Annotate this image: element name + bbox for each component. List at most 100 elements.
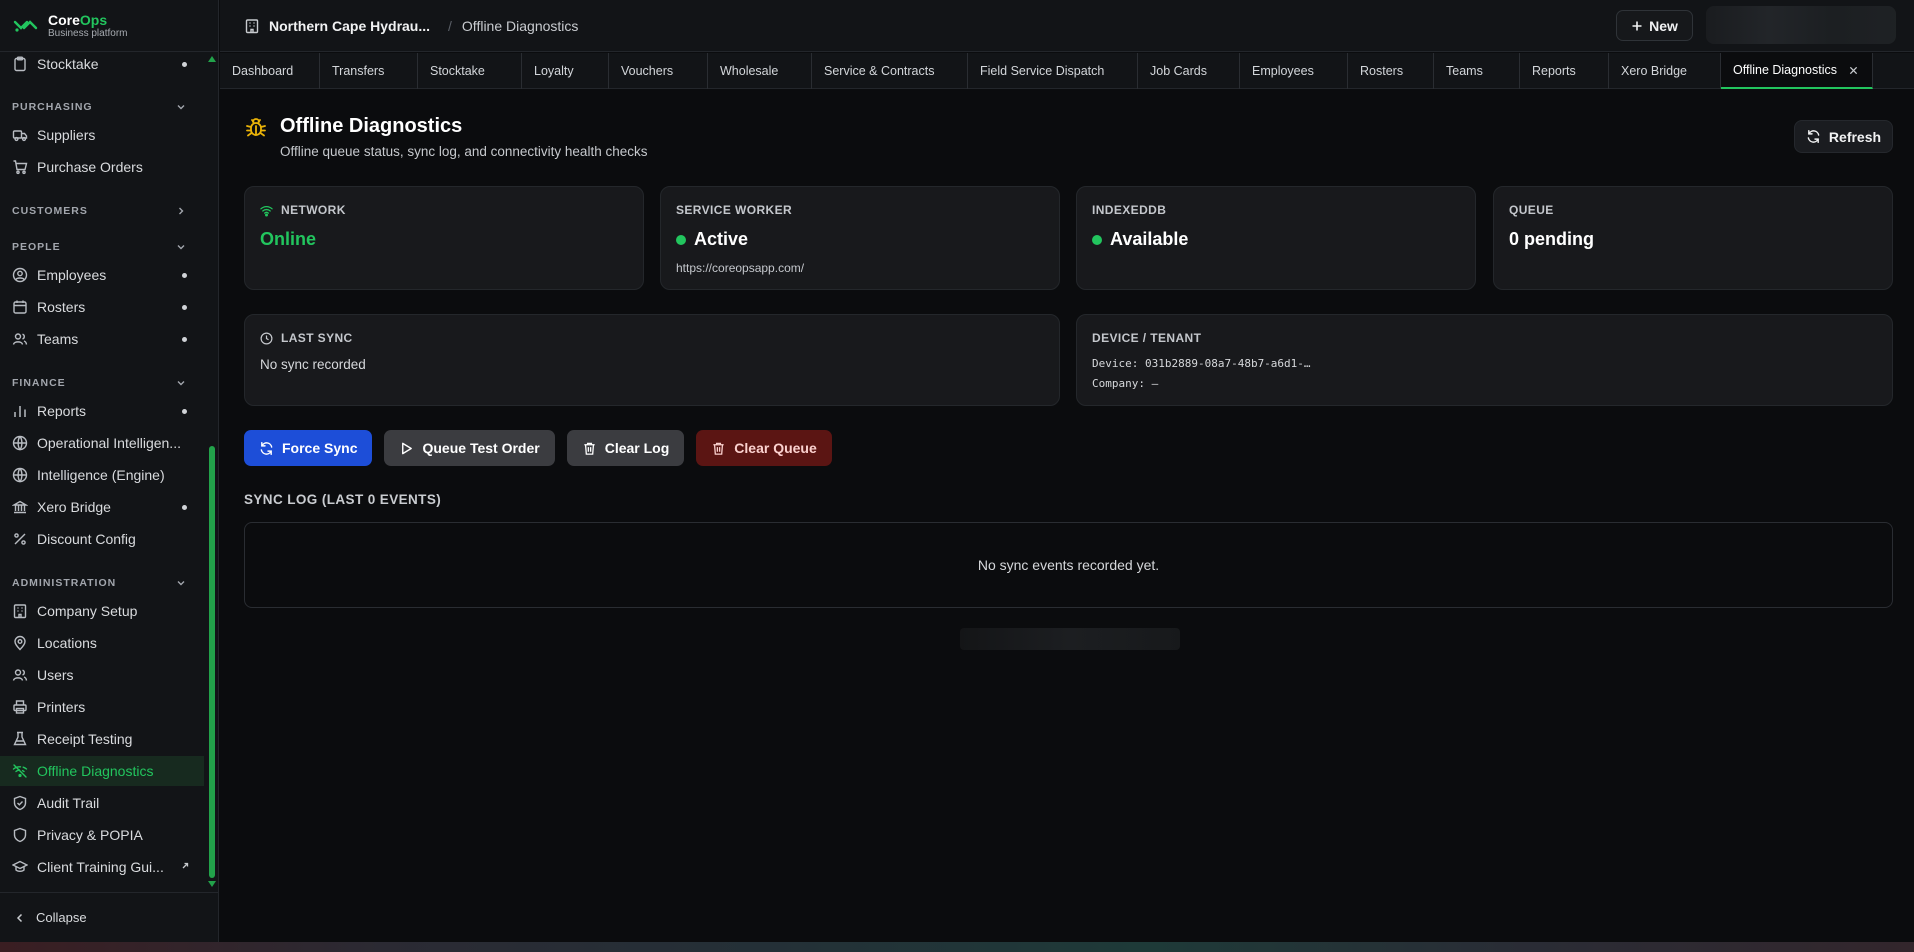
brand-name-a: Core [48, 11, 80, 28]
refresh-button[interactable]: Refresh [1794, 120, 1893, 153]
last-sync-label-text: LAST SYNC [281, 331, 353, 345]
queue-test-order-button[interactable]: Queue Test Order [384, 430, 555, 466]
sidebar-item-company-setup[interactable]: Company Setup [0, 596, 204, 626]
tab-field-service-dispatch[interactable]: Field Service Dispatch [968, 53, 1138, 89]
tab-dashboard[interactable]: Dashboard [220, 53, 320, 89]
status-dot [182, 273, 187, 278]
sidebar-item-offline-diagnostics[interactable]: Offline Diagnostics [0, 756, 204, 786]
sync-log-empty-text: No sync events recorded yet. [977, 557, 1160, 573]
tab-label: Transfers [332, 64, 385, 78]
sidebar-item-label: Receipt Testing [37, 731, 133, 747]
tab-stocktake[interactable]: Stocktake [418, 53, 522, 89]
chevron-down-icon[interactable] [176, 378, 186, 388]
wifi-icon [260, 205, 273, 216]
sidebar-item-locations[interactable]: Locations [0, 628, 204, 658]
sidebar-item-label: Operational Intelligen... [37, 435, 181, 451]
tab-reports[interactable]: Reports [1520, 53, 1609, 89]
tab-xero-bridge[interactable]: Xero Bridge [1609, 53, 1721, 89]
tab-vouchers[interactable]: Vouchers [609, 53, 708, 89]
org-switcher[interactable]: Northern Cape Hydrau... [269, 18, 430, 34]
user-menu[interactable] [1706, 6, 1896, 44]
queue-label: QUEUE [1509, 203, 1554, 217]
tab-rosters[interactable]: Rosters [1348, 53, 1434, 89]
chevron-down-icon[interactable] [176, 242, 186, 252]
clear-queue-button[interactable]: Clear Queue [696, 430, 832, 466]
sidebar-item-intelligence-engine[interactable]: Intelligence (Engine) [0, 460, 204, 490]
sidebar-item-xero-bridge[interactable]: Xero Bridge [0, 492, 204, 522]
indexeddb-status-text: Available [1110, 229, 1189, 249]
tab-transfers[interactable]: Transfers [320, 53, 418, 89]
wifi-off-icon [12, 764, 28, 778]
scroll-up-arrow-icon[interactable] [208, 56, 216, 62]
app-root: CoreOps Business platform Stocktake PURC… [0, 0, 1914, 952]
new-button-label: New [1649, 17, 1678, 34]
status-dot [1092, 234, 1102, 245]
new-button[interactable]: New [1616, 10, 1693, 41]
brand[interactable]: CoreOps Business platform [0, 0, 219, 52]
tab-job-cards[interactable]: Job Cards [1138, 53, 1240, 89]
device-tenant-label: DEVICE / TENANT [1092, 331, 1202, 345]
sidebar-item-teams[interactable]: Teams [0, 324, 204, 354]
sidebar-item-suppliers[interactable]: Suppliers [0, 120, 204, 150]
brand-name: CoreOps [48, 12, 127, 28]
tab-employees[interactable]: Employees [1240, 53, 1348, 89]
tab-label: Wholesale [720, 64, 779, 78]
collapse-button[interactable]: Collapse [0, 892, 219, 942]
section-title-administration[interactable]: ADMINISTRATION [12, 577, 116, 589]
section-title-finance[interactable]: FINANCE [12, 377, 66, 389]
sidebar-item-users[interactable]: Users [0, 660, 204, 690]
sync-log-title: SYNC LOG (LAST 0 EVENTS) [244, 492, 442, 507]
cart-icon [13, 160, 28, 175]
force-sync-button[interactable]: Force Sync [244, 430, 373, 466]
service-worker-status: Active [676, 229, 748, 250]
sidebar-item-discount-config[interactable]: Discount Config [0, 524, 204, 554]
refresh-icon [1807, 129, 1820, 144]
collapse-label: Collapse [36, 910, 87, 925]
map-pin-icon [14, 635, 26, 651]
sidebar-item-rosters[interactable]: Rosters [0, 292, 204, 322]
section-title-purchasing[interactable]: PURCHASING [12, 101, 93, 113]
sidebar-item-operational-intelligence[interactable]: Operational Intelligen... [0, 428, 204, 458]
close-tab-icon[interactable] [1849, 66, 1858, 75]
sidebar-item-purchase-orders[interactable]: Purchase Orders [0, 152, 204, 182]
status-dot [182, 62, 187, 67]
force-sync-label: Force Sync [282, 440, 358, 456]
tab-loyalty[interactable]: Loyalty [522, 53, 609, 89]
tab-offline-diagnostics[interactable]: Offline Diagnostics [1721, 53, 1873, 89]
indexeddb-label: INDEXEDDB [1092, 203, 1167, 217]
section-title-customers[interactable]: CUSTOMERS [12, 205, 88, 217]
device-tenant-card: DEVICE / TENANT Device: 031b2889-08a7-48… [1076, 314, 1893, 406]
service-worker-label: SERVICE WORKER [676, 203, 793, 217]
sidebar-item-label: Rosters [37, 299, 86, 315]
section-title-people[interactable]: PEOPLE [12, 241, 61, 253]
status-dot [182, 337, 187, 342]
brand-subtitle: Business platform [48, 27, 128, 39]
chevron-down-icon[interactable] [176, 578, 186, 588]
tab-teams[interactable]: Teams [1434, 53, 1520, 89]
sidebar-item-employees[interactable]: Employees [0, 260, 204, 290]
tab-wholesale[interactable]: Wholesale [708, 53, 812, 89]
sidebar: CoreOps Business platform Stocktake PURC… [0, 0, 219, 952]
last-sync-label: LAST SYNC [260, 331, 353, 345]
sidebar-item-stocktake[interactable]: Stocktake [0, 52, 204, 79]
sidebar-scroll-thumb[interactable] [209, 446, 215, 878]
scroll-down-arrow-icon[interactable] [208, 881, 216, 887]
status-dot [182, 409, 187, 414]
sidebar-item-audit-trail[interactable]: Audit Trail [0, 788, 204, 818]
tab-service-contracts[interactable]: Service & Contracts [812, 53, 968, 89]
sidebar-item-label: Suppliers [37, 127, 96, 143]
tab-label: Stocktake [430, 64, 485, 78]
clear-log-button[interactable]: Clear Log [566, 430, 685, 466]
breadcrumb: Offline Diagnostics [461, 17, 579, 34]
chevron-right-icon[interactable] [176, 206, 186, 216]
sidebar-item-client-training-guide[interactable]: Client Training Gui... [0, 852, 204, 882]
blurred-footer-element [960, 628, 1180, 650]
sidebar-item-label: Purchase Orders [37, 159, 143, 175]
sidebar-item-printers[interactable]: Printers [0, 692, 204, 722]
sidebar-item-reports[interactable]: Reports [0, 396, 204, 426]
chevron-down-icon[interactable] [176, 102, 186, 112]
sidebar-item-receipt-testing[interactable]: Receipt Testing [0, 724, 204, 754]
sidebar-item-privacy-popia[interactable]: Privacy & POPIA [0, 820, 204, 850]
service-worker-scope: https://coreopsapp.com/ [676, 261, 805, 275]
sidebar-item-label: Employees [37, 267, 107, 283]
